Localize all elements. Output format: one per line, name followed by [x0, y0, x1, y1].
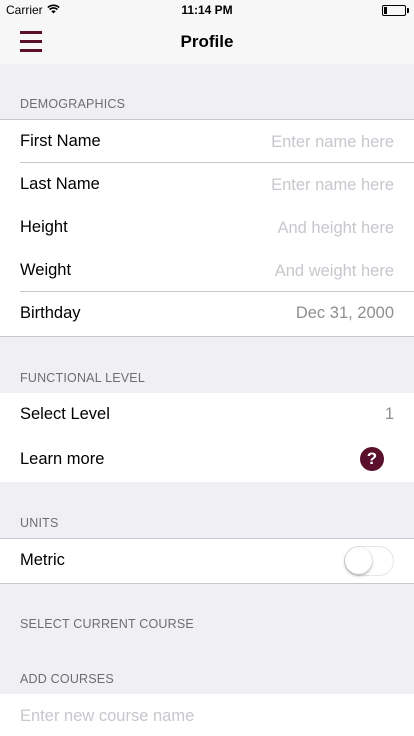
- battery-level: [384, 7, 387, 14]
- metric-label: Metric: [20, 551, 65, 569]
- question-circle-icon[interactable]: ?: [360, 447, 384, 471]
- first-name-row: First Name: [0, 120, 414, 163]
- learn-more-label: Learn more: [20, 450, 105, 468]
- learn-more-row[interactable]: Learn more ?: [0, 438, 414, 482]
- birthday-label: Birthday: [20, 304, 81, 322]
- select-level-label: Select Level: [20, 405, 110, 423]
- functional-level-group: Select Level 1 Learn more ?: [0, 393, 414, 482]
- height-row: Height: [0, 206, 414, 249]
- metric-toggle[interactable]: [344, 546, 394, 576]
- weight-label: Weight: [20, 261, 72, 279]
- status-time: 11:14 PM: [181, 3, 233, 17]
- demographics-group: First Name Last Name Height Weight Birth…: [0, 119, 414, 337]
- last-name-label: Last Name: [20, 175, 100, 193]
- first-name-label: First Name: [20, 132, 101, 150]
- birthday-row[interactable]: Birthday Dec 31, 2000: [0, 292, 414, 336]
- battery-icon: [382, 5, 409, 16]
- weight-field[interactable]: [194, 259, 394, 283]
- weight-row: Weight: [0, 249, 414, 292]
- toggle-knob: [345, 547, 372, 574]
- birthday-value[interactable]: Dec 31, 2000: [296, 304, 394, 323]
- profile-screen: Carrier 11:14 PM Profile DEMOGRAPHICS Fi…: [0, 0, 414, 736]
- navigation-bar: Profile: [0, 20, 414, 64]
- section-header-select-course: SELECT CURRENT COURSE: [20, 617, 194, 631]
- section-header-demographics: DEMOGRAPHICS: [20, 97, 126, 111]
- height-label: Height: [20, 218, 68, 236]
- section-header-units: UNITS: [20, 516, 59, 530]
- height-field[interactable]: [194, 216, 394, 240]
- section-header-functional-level: FUNCTIONAL LEVEL: [20, 371, 145, 385]
- last-name-field[interactable]: [194, 173, 394, 197]
- status-bar: Carrier 11:14 PM: [0, 0, 414, 20]
- profile-form: DEMOGRAPHICS First Name Last Name Height…: [0, 64, 414, 736]
- add-course-group: [0, 694, 414, 736]
- select-level-value[interactable]: 1: [385, 405, 394, 424]
- new-course-input[interactable]: [20, 704, 394, 728]
- units-group: Metric: [0, 538, 414, 584]
- metric-row: Metric: [0, 539, 414, 583]
- first-name-field[interactable]: [194, 130, 394, 154]
- section-header-add-courses: ADD COURSES: [20, 672, 114, 686]
- last-name-row: Last Name: [0, 163, 414, 206]
- select-level-row[interactable]: Select Level 1: [0, 393, 414, 438]
- page-title: Profile: [180, 32, 234, 51]
